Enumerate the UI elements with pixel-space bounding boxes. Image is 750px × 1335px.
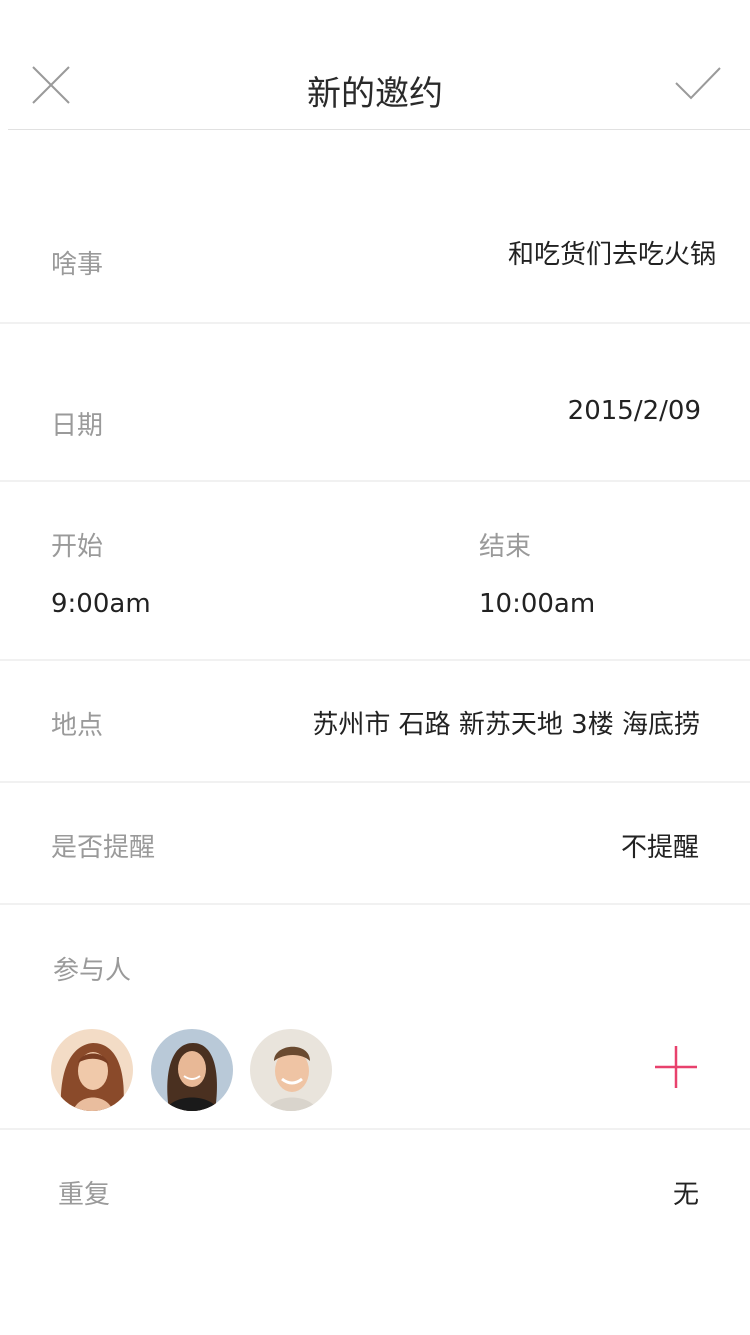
add-participant-button[interactable] bbox=[652, 1043, 700, 1091]
repeat-value[interactable]: 无 bbox=[673, 1174, 699, 1211]
start-label: 开始 bbox=[51, 532, 104, 562]
reminder-value[interactable]: 不提醒 bbox=[621, 827, 699, 864]
plus-icon bbox=[655, 1046, 697, 1088]
date-value[interactable]: 2015/2/09 bbox=[568, 396, 701, 426]
participant-avatar[interactable] bbox=[151, 1029, 233, 1111]
page-title: 新的邀约 bbox=[307, 74, 443, 114]
repeat-label: 重复 bbox=[58, 1180, 111, 1210]
divider bbox=[0, 781, 750, 783]
divider bbox=[0, 903, 750, 905]
avatar-man-smiling bbox=[250, 1029, 332, 1111]
avatar-woman-dark-hair bbox=[151, 1029, 233, 1111]
divider bbox=[0, 659, 750, 661]
header-divider bbox=[8, 129, 750, 130]
end-label: 结束 bbox=[479, 532, 532, 562]
top-bar: 新的邀约 bbox=[0, 0, 750, 130]
avatar-woman-red-hair bbox=[51, 1029, 133, 1111]
location-value[interactable]: 苏州市 石路 新苏天地 3楼 海底捞 bbox=[312, 704, 700, 741]
event-label: 啥事 bbox=[51, 250, 104, 280]
start-time-value[interactable]: 9:00am bbox=[51, 589, 151, 619]
participants-label: 参与人 bbox=[53, 956, 132, 986]
participant-avatar[interactable] bbox=[250, 1029, 332, 1111]
event-value[interactable]: 和吃货们去吃火锅 bbox=[508, 234, 716, 271]
location-label: 地点 bbox=[51, 711, 104, 741]
end-time-value[interactable]: 10:00am bbox=[479, 589, 595, 619]
divider bbox=[0, 1128, 750, 1130]
participant-avatar[interactable] bbox=[51, 1029, 133, 1111]
confirm-button[interactable] bbox=[670, 62, 724, 104]
divider bbox=[0, 480, 750, 482]
date-label: 日期 bbox=[51, 411, 104, 441]
checkmark-icon bbox=[675, 67, 721, 100]
reminder-label: 是否提醒 bbox=[51, 833, 156, 863]
divider bbox=[0, 322, 750, 324]
